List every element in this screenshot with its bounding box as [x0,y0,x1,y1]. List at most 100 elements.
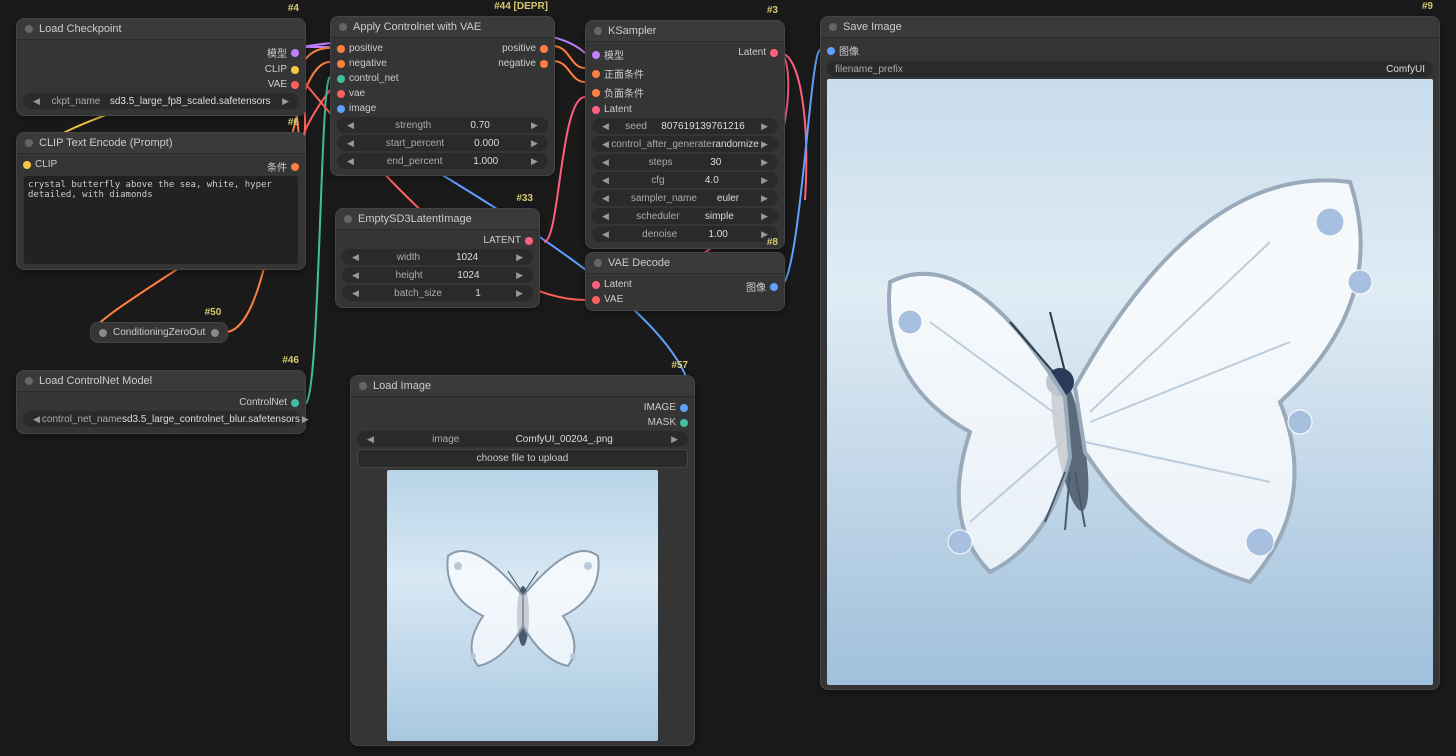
arrow-left-icon[interactable]: ◀ [345,120,356,131]
node-load-checkpoint[interactable]: #4 Load Checkpoint 模型 CLIP VAE ◀ ckpt_na… [16,18,306,116]
cfg-widget[interactable]: ◀cfg4.0▶ [592,172,778,188]
width-widget[interactable]: ◀width1024▶ [342,249,533,265]
input-image[interactable]: image [337,102,398,115]
arrow-left-icon[interactable]: ◀ [600,229,611,240]
arrow-left-icon[interactable]: ◀ [600,157,611,168]
arrow-left-icon[interactable]: ◀ [600,139,611,150]
arrow-left-icon[interactable]: ◀ [350,270,361,281]
input-model[interactable]: 模型 [592,46,644,63]
steps-widget[interactable]: ◀steps30▶ [592,154,778,170]
arrow-right-icon[interactable]: ▶ [514,252,525,263]
input-control-net[interactable]: control_net [337,72,398,85]
node-graph-canvas[interactable]: #4 Load Checkpoint 模型 CLIP VAE ◀ ckpt_na… [0,0,1456,756]
arrow-right-icon[interactable]: ▶ [759,193,770,204]
node-header[interactable]: Save Image [821,17,1439,38]
input-image[interactable]: 图像 [827,42,1433,59]
arrow-right-icon[interactable]: ▶ [759,121,770,132]
node-save-image[interactable]: #9 Save Image 图像 filename_prefix ComfyUI [820,16,1440,690]
output-model[interactable]: 模型 [267,44,299,61]
arrow-right-icon[interactable]: ▶ [759,175,770,186]
control-after-generate-widget[interactable]: ◀control_after_generaterandomize▶ [592,136,778,152]
node-clip-text-encode[interactable]: #6 CLIP Text Encode (Prompt) CLIP 条件 cry… [16,132,306,270]
output-negative[interactable]: negative [498,57,548,70]
output-image[interactable]: 图像 [746,278,778,295]
node-header[interactable]: Load ControlNet Model [17,371,305,392]
arrow-left-icon[interactable]: ◀ [31,414,42,425]
arrow-left-icon[interactable]: ◀ [31,96,42,107]
image-name-widget[interactable]: ◀imageComfyUI_00204_.png▶ [357,431,688,447]
node-apply-controlnet[interactable]: #44 [DEPR] Apply Controlnet with VAE pos… [330,16,555,176]
sampler-name-widget[interactable]: ◀sampler_nameeuler▶ [592,190,778,206]
end-percent-widget[interactable]: ◀end_percent1.000▶ [337,153,548,169]
input-latent[interactable]: Latent [592,103,644,116]
output-conditioning[interactable]: 条件 [267,158,299,175]
collapse-dot[interactable] [594,259,602,267]
height-widget[interactable]: ◀height1024▶ [342,267,533,283]
collapse-dot[interactable] [25,139,33,147]
arrow-left-icon[interactable]: ◀ [345,138,356,149]
node-header[interactable]: Apply Controlnet with VAE [331,17,554,38]
upload-button[interactable]: choose file to upload [357,449,688,468]
batch-widget[interactable]: ◀batch_size1▶ [342,285,533,301]
output-controlnet[interactable]: ControlNet [239,396,299,409]
node-header[interactable]: CLIP Text Encode (Prompt) [17,133,305,154]
arrow-right-icon[interactable]: ▶ [759,211,770,222]
input-positive[interactable]: 正面条件 [592,65,644,82]
arrow-left-icon[interactable]: ◀ [350,288,361,299]
arrow-right-icon[interactable]: ▶ [759,157,770,168]
controlnet-name-widget[interactable]: ◀ control_net_name sd3.5_large_controlne… [23,411,299,427]
seed-widget[interactable]: ◀seed807619139761216▶ [592,118,778,134]
arrow-left-icon[interactable]: ◀ [600,175,611,186]
arrow-left-icon[interactable]: ◀ [600,193,611,204]
ckpt-name-widget[interactable]: ◀ ckpt_name sd3.5_large_fp8_scaled.safet… [23,93,299,109]
node-ksampler[interactable]: #3 KSampler 模型 正面条件 负面条件 Latent Latent ◀… [585,20,785,249]
input-negative[interactable]: negative [337,57,398,70]
node-conditioning-zero-out[interactable]: #50 ConditioningZeroOut [90,322,228,343]
arrow-right-icon[interactable]: ▶ [529,156,540,167]
arrow-right-icon[interactable]: ▶ [300,414,311,425]
node-load-controlnet[interactable]: #46 Load ControlNet Model ControlNet ◀ c… [16,370,306,434]
filename-prefix-widget[interactable]: filename_prefix ComfyUI [827,61,1433,77]
input-vae[interactable]: vae [337,87,398,100]
arrow-right-icon[interactable]: ▶ [514,270,525,281]
output-vae[interactable]: VAE [268,78,299,91]
node-header[interactable]: Load Image [351,376,694,397]
strength-widget[interactable]: ◀strength0.70▶ [337,117,548,133]
arrow-left-icon[interactable]: ◀ [365,434,376,445]
arrow-left-icon[interactable]: ◀ [600,211,611,222]
denoise-widget[interactable]: ◀denoise1.00▶ [592,226,778,242]
input-negative[interactable]: 负面条件 [592,84,644,101]
arrow-right-icon[interactable]: ▶ [529,138,540,149]
output-clip[interactable]: CLIP [265,63,299,76]
input-clip[interactable]: CLIP [23,158,57,171]
node-header[interactable]: EmptySD3LatentImage [336,209,539,230]
output-mask[interactable]: MASK [648,416,688,429]
start-percent-widget[interactable]: ◀start_percent0.000▶ [337,135,548,151]
arrow-right-icon[interactable]: ▶ [280,96,291,107]
collapse-dot[interactable] [25,25,33,33]
arrow-left-icon[interactable]: ◀ [350,252,361,263]
collapse-dot[interactable] [829,23,837,31]
scheduler-widget[interactable]: ◀schedulersimple▶ [592,208,778,224]
node-empty-latent[interactable]: #33 EmptySD3LatentImage LATENT ◀width102… [335,208,540,308]
collapse-dot[interactable] [339,23,347,31]
arrow-right-icon[interactable]: ▶ [529,120,540,131]
output-positive[interactable]: positive [498,42,548,55]
output-image[interactable]: IMAGE [644,401,688,414]
node-header[interactable]: VAE Decode [586,253,784,274]
port-dot-icon[interactable] [99,329,107,337]
arrow-right-icon[interactable]: ▶ [669,434,680,445]
input-vae[interactable]: VAE [592,293,632,306]
collapse-dot[interactable] [594,27,602,35]
input-positive[interactable]: positive [337,42,398,55]
arrow-left-icon[interactable]: ◀ [345,156,356,167]
output-latent[interactable]: LATENT [483,234,533,247]
node-header[interactable]: Load Checkpoint [17,19,305,40]
port-dot-icon[interactable] [211,329,219,337]
input-latent[interactable]: Latent [592,278,632,291]
arrow-right-icon[interactable]: ▶ [759,139,770,150]
arrow-left-icon[interactable]: ◀ [600,121,611,132]
output-latent[interactable]: Latent [738,46,778,59]
node-header[interactable]: KSampler [586,21,784,42]
collapse-dot[interactable] [344,215,352,223]
